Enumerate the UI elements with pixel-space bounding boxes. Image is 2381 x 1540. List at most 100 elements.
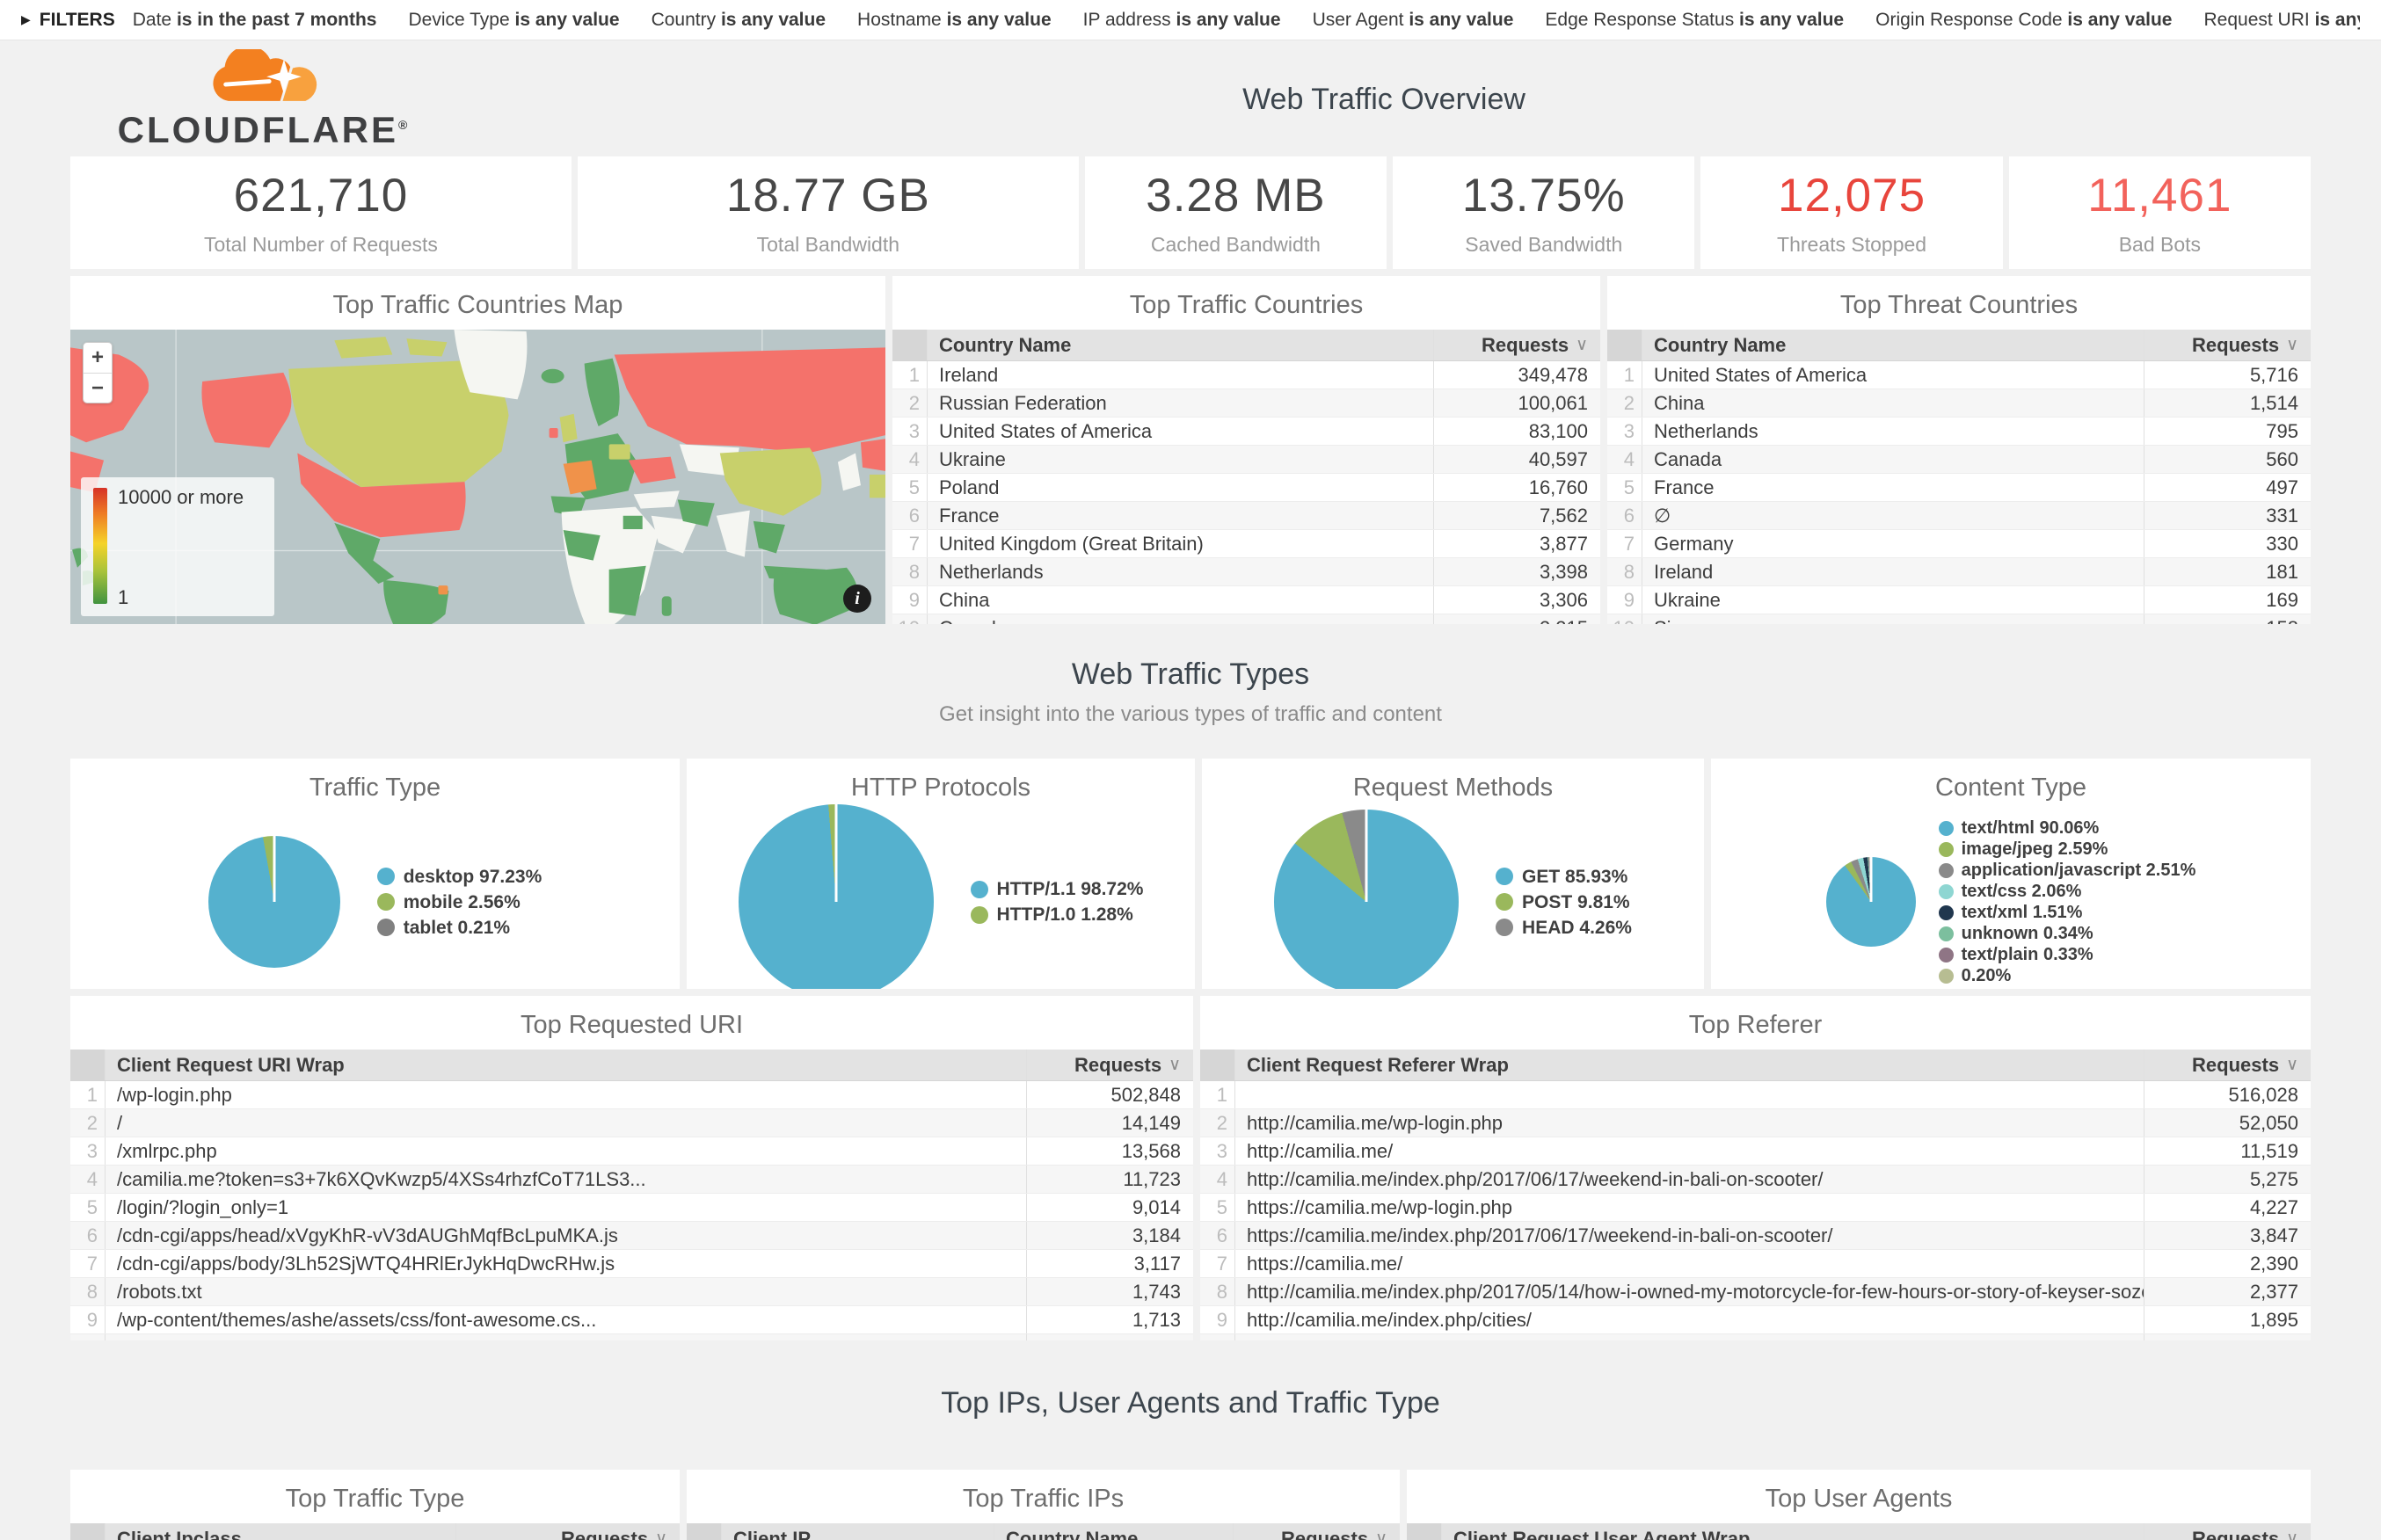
legend-item: HEAD 4.26% [1496, 915, 1632, 941]
legend-label: HTTP/1.1 98.72% [997, 876, 1144, 902]
table-cell: Singapore [1642, 617, 2144, 625]
table-header-row: Country NameRequests∨ [892, 330, 1600, 361]
top-referer-card: Top Referer Client Request Referer WrapR… [1200, 996, 2311, 1340]
stat-card: 18.77 GBTotal Bandwidth [578, 156, 1079, 269]
top-threat-countries-table: Country NameRequests∨1United States of A… [1607, 330, 2311, 624]
stat-value: 621,710 [234, 169, 409, 222]
filter-chip[interactable]: Hostname is any value [857, 10, 1052, 31]
legend-label: HTTP/1.0 1.28% [997, 902, 1133, 927]
expand-arrow-icon: ▶ [21, 12, 31, 27]
sort-desc-icon[interactable]: ∨ [2286, 1529, 2298, 1540]
sort-desc-icon[interactable]: ∨ [2286, 1055, 2298, 1075]
info-icon[interactable]: i [843, 585, 871, 613]
top-traffic-countries-card: Top Traffic Countries Country NameReques… [892, 276, 1600, 624]
filter-chip[interactable]: Request URI is any value [2204, 10, 2361, 31]
filter-chip[interactable]: Country is any value [652, 10, 826, 31]
table-cell: 83,100 [1433, 418, 1600, 445]
zoom-out-button[interactable]: − [84, 373, 112, 403]
table-cell: https://camilia.me/ [1235, 1253, 2144, 1275]
table-row: 9Ukraine169 [1607, 586, 2311, 614]
column-header: Requests∨ [455, 1523, 680, 1540]
top-user-agents-card: Top User Agents Client Request User Agen… [1407, 1470, 2311, 1540]
table-cell: 5,275 [2144, 1166, 2311, 1193]
stat-value: 3.28 MB [1146, 169, 1325, 222]
filter-field: Origin Response Code [1875, 10, 2067, 30]
filter-chip[interactable]: IP address is any value [1083, 10, 1281, 31]
column-header: Client Ipclass [106, 1528, 455, 1540]
request-methods-legend: GET 85.93%POST 9.81%HEAD 4.26% [1496, 864, 1632, 941]
table-row: 3/xmlrpc.php13,568 [70, 1137, 1193, 1166]
table-row: 2/14,149 [70, 1109, 1193, 1137]
table-row: 9http://camilia.me/index.php/cities/1,89… [1200, 1306, 2311, 1334]
legend-item: text/css 2.06% [1939, 881, 2196, 902]
filter-field: Date [133, 10, 177, 30]
legend-label: desktop 97.23% [404, 864, 542, 890]
legend-item: unknown 0.34% [1939, 923, 2196, 944]
world-map[interactable]: + − 10000 or more 1 i [70, 330, 885, 624]
map-legend-gradient [93, 488, 107, 604]
card-title: Top Referer [1200, 996, 2311, 1050]
stat-label: Total Number of Requests [204, 233, 438, 257]
table-cell: 3,184 [1026, 1222, 1193, 1249]
table-header-row: Client IPCountry NameRequests∨ [687, 1523, 1400, 1540]
stat-label: Saved Bandwidth [1465, 233, 1622, 257]
sort-desc-icon[interactable]: ∨ [655, 1529, 667, 1540]
filter-chip[interactable]: Origin Response Code is any value [1875, 10, 2172, 31]
filters-toggle[interactable]: ▶ FILTERS [21, 10, 115, 31]
card-title: Top Traffic Type [70, 1470, 680, 1523]
sort-desc-icon[interactable]: ∨ [1169, 1055, 1181, 1075]
table-row: 5France497 [1607, 474, 2311, 502]
dashboard: CLOUDFLARE® Web Traffic Overview 621,710… [0, 40, 2381, 1540]
table-row: 3United States of America83,100 [892, 418, 1600, 446]
legend-label: text/plain 0.33% [1962, 944, 2093, 965]
table-cell: 11,723 [1026, 1166, 1193, 1193]
table-row: 8Ireland181 [1607, 558, 2311, 586]
table-cell: 1,514 [2144, 389, 2311, 417]
table-cell: 502,848 [1026, 1081, 1193, 1108]
sort-desc-icon[interactable]: ∨ [2286, 335, 2298, 355]
table-header-row: Client Request Referer WrapRequests∨ [1200, 1050, 2311, 1081]
map-card: Top Traffic Countries Map [70, 276, 885, 624]
table-cell: 2 [1200, 1109, 1235, 1137]
legend-label: GET 85.93% [1522, 864, 1627, 890]
legend-swatch [1939, 969, 1954, 984]
table-row: 6https://camilia.me/index.php/2017/06/17… [1200, 1222, 2311, 1250]
sort-desc-icon[interactable]: ∨ [1576, 335, 1588, 355]
map-legend: 10000 or more 1 [81, 477, 274, 616]
filters-label: FILTERS [40, 10, 115, 31]
filter-field: Country [652, 10, 721, 30]
table-cell: 8 [70, 1278, 106, 1305]
table-cell: 2,377 [2144, 1278, 2311, 1305]
top-referer-table: Client Request Referer WrapRequests∨1516… [1200, 1050, 2311, 1340]
legend-label: 0.20% [1962, 965, 2012, 986]
table-cell: /robots.txt [106, 1281, 1026, 1304]
table-cell: 7 [892, 530, 928, 557]
sort-desc-icon[interactable]: ∨ [1375, 1529, 1387, 1540]
card-title: HTTP Protocols [687, 759, 1195, 812]
table-row: 8http://camilia.me/index.php/2017/05/14/… [1200, 1278, 2311, 1306]
table-cell: 9 [1607, 586, 1642, 614]
zoom-in-button[interactable]: + [84, 343, 112, 373]
table-cell: 1 [892, 361, 928, 389]
column-header: Requests∨ [1433, 330, 1600, 360]
table-row: 5/login/?login_only=19,014 [70, 1194, 1193, 1222]
table-row: 7Germany330 [1607, 530, 2311, 558]
table-cell: 5 [1607, 474, 1642, 501]
filter-chip[interactable]: Device Type is any value [408, 10, 619, 31]
table-cell: /wp-content/themes/ashe/assets/js/script… [106, 1337, 1026, 1341]
legend-item: image/jpeg 2.59% [1939, 839, 2196, 860]
filter-chip[interactable]: User Agent is any value [1313, 10, 1514, 31]
column-header: Country Name [1642, 334, 2144, 357]
column-header [70, 1523, 106, 1540]
table-row: 7https://camilia.me/2,390 [1200, 1250, 2311, 1278]
card-title: Top Traffic Countries [892, 276, 1600, 330]
table-cell: 4 [1607, 446, 1642, 473]
filter-chip[interactable]: Date is in the past 7 months [133, 10, 377, 31]
card-title: Traffic Type [70, 759, 680, 812]
legend-label: mobile 2.56% [404, 890, 521, 915]
table-row: 1/wp-login.php502,848 [70, 1081, 1193, 1109]
cloudflare-cloud-icon [176, 49, 352, 107]
filter-chip[interactable]: Edge Response Status is any value [1545, 10, 1844, 31]
table-cell: 3,847 [2144, 1222, 2311, 1249]
stat-label: Total Bandwidth [757, 233, 899, 257]
